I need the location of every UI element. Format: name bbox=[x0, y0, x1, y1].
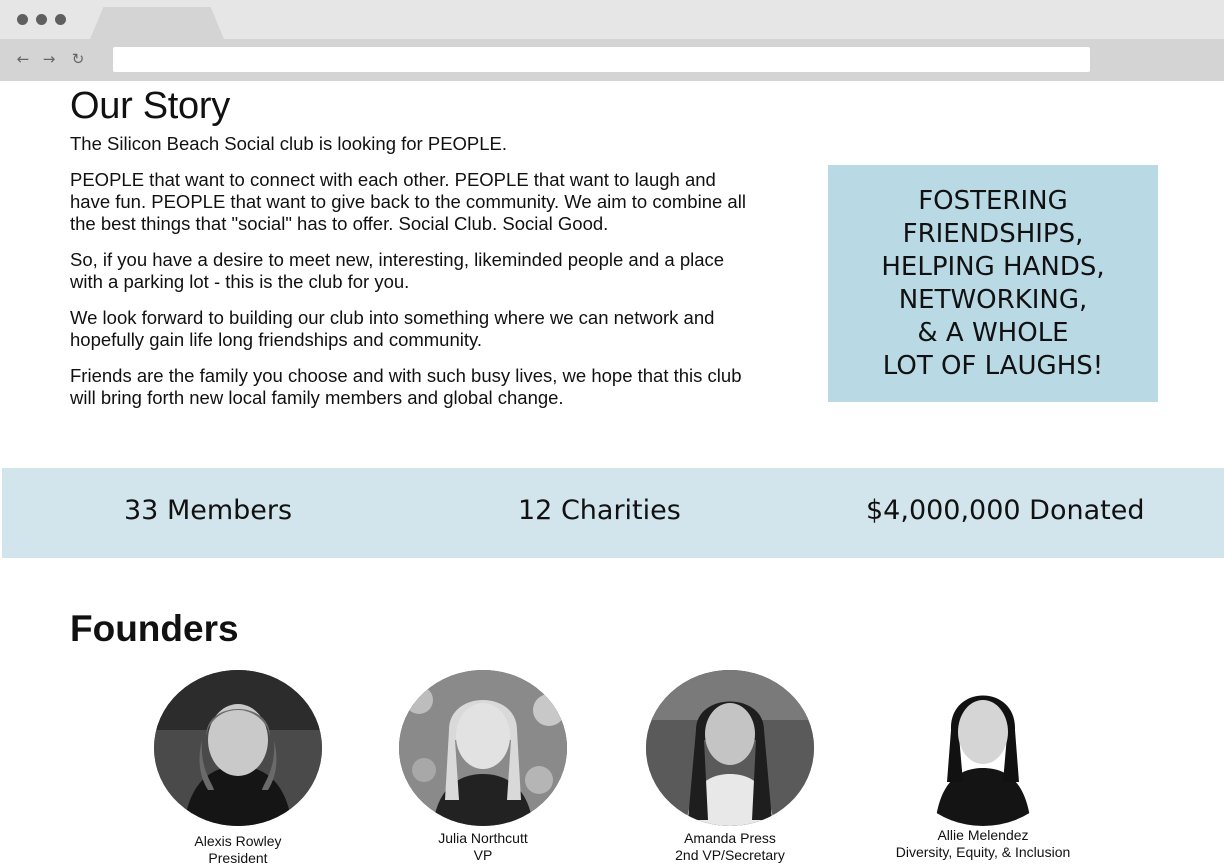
mission-highlight-text: FOSTERING FRIENDSHIPS, HELPING HANDS, NE… bbox=[881, 185, 1105, 381]
avatar bbox=[899, 670, 1067, 826]
window-maximize-dot[interactable] bbox=[55, 14, 66, 25]
story-body: The Silicon Beach Social club is looking… bbox=[70, 133, 760, 423]
avatar bbox=[646, 670, 814, 826]
stats-band: 33 Members 12 Charities $4,000,000 Donat… bbox=[2, 468, 1224, 558]
reload-icon[interactable]: ↻ bbox=[68, 48, 88, 70]
founder-card: Alexis Rowley President bbox=[113, 670, 363, 867]
founder-name: Alexis Rowley bbox=[194, 833, 282, 849]
portrait-image bbox=[899, 670, 1067, 826]
founder-name: Allie Melendez bbox=[937, 827, 1029, 843]
founders-title: Founders bbox=[70, 608, 239, 649]
stat-members: 33 Members bbox=[124, 495, 293, 526]
founder-name: Amanda Press bbox=[684, 830, 776, 846]
founder-role: President bbox=[208, 850, 268, 866]
forward-arrow-icon[interactable]: → bbox=[39, 48, 59, 70]
story-paragraph: PEOPLE that want to connect with each ot… bbox=[70, 169, 746, 234]
avatar bbox=[399, 670, 567, 826]
story-paragraph: The Silicon Beach Social club is looking… bbox=[70, 133, 508, 154]
portrait-image bbox=[646, 670, 814, 826]
window-close-dot[interactable] bbox=[17, 14, 28, 25]
founder-name: Julia Northcutt bbox=[438, 830, 528, 846]
story-paragraph: We look forward to building our club int… bbox=[70, 307, 715, 350]
back-arrow-icon[interactable]: ← bbox=[13, 48, 33, 70]
founder-role: Diversity, Equity, & Inclusion bbox=[895, 844, 1071, 860]
founder-card: Amanda Press 2nd VP/Secretary bbox=[605, 670, 855, 864]
avatar bbox=[154, 670, 322, 826]
story-paragraph: Friends are the family you choose and wi… bbox=[70, 365, 742, 408]
story-paragraph: So, if you have a desire to meet new, in… bbox=[70, 249, 725, 292]
browser-tab[interactable] bbox=[90, 7, 224, 39]
story-title: Our Story bbox=[70, 85, 230, 127]
portrait-image bbox=[399, 670, 567, 826]
browser-toolbar: ← → ↻ bbox=[0, 39, 1224, 81]
portrait-image bbox=[154, 670, 322, 826]
browser-titlebar bbox=[0, 0, 1224, 39]
address-bar[interactable] bbox=[113, 47, 1090, 72]
founder-role: 2nd VP/Secretary bbox=[675, 847, 785, 863]
founder-role: VP bbox=[473, 847, 493, 863]
page-viewport: Our Story The Silicon Beach Social club … bbox=[0, 81, 1224, 868]
founder-card: Julia Northcutt VP bbox=[358, 670, 608, 864]
stat-donated: $4,000,000 Donated bbox=[866, 495, 1145, 526]
window-minimize-dot[interactable] bbox=[36, 14, 47, 25]
founder-card: Allie Melendez Diversity, Equity, & Incl… bbox=[858, 670, 1108, 861]
stat-charities: 12 Charities bbox=[518, 495, 681, 526]
mission-highlight-box: FOSTERING FRIENDSHIPS, HELPING HANDS, NE… bbox=[828, 165, 1158, 402]
